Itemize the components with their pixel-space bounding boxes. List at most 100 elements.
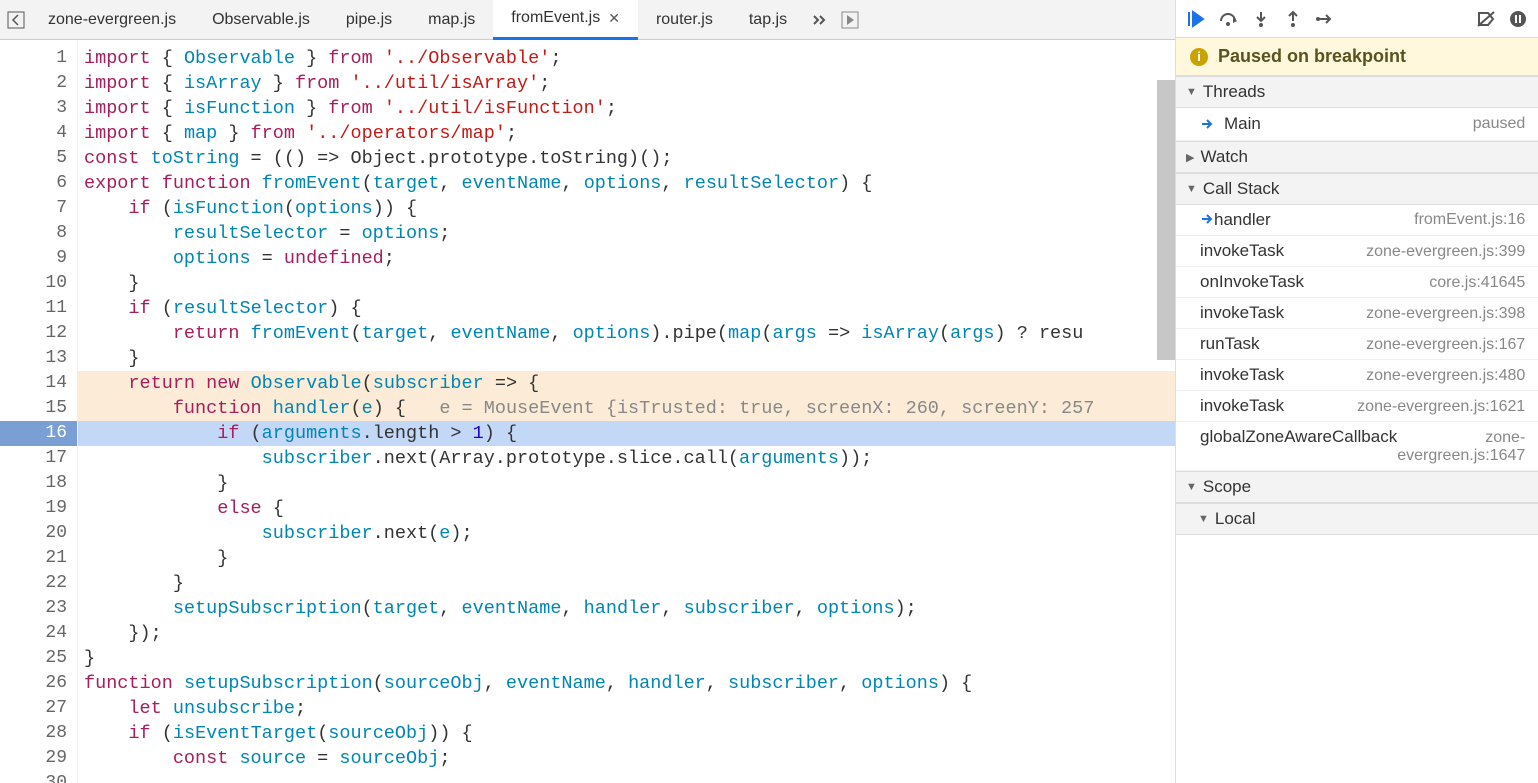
line-number[interactable]: 8 — [0, 221, 67, 246]
line-number[interactable]: 26 — [0, 671, 67, 696]
debug-toolbar — [1176, 0, 1538, 38]
stack-frame[interactable]: invokeTaskzone-evergreen.js:399 — [1176, 236, 1538, 267]
thread-name: Main — [1224, 114, 1473, 134]
code-line: import { Observable } from '../Observabl… — [78, 46, 1175, 71]
stack-frame[interactable]: handlerfromEvent.js:16 — [1176, 205, 1538, 236]
resume-icon[interactable] — [1182, 4, 1212, 34]
line-number[interactable]: 4 — [0, 121, 67, 146]
code-line: import { map } from '../operators/map'; — [78, 121, 1175, 146]
run-snippet-icon[interactable] — [835, 5, 865, 35]
tab-label: fromEvent.js — [511, 9, 600, 27]
code-line: } — [78, 271, 1175, 296]
current-thread-icon — [1200, 116, 1216, 132]
line-number[interactable]: 2 — [0, 71, 67, 96]
stack-frame[interactable]: invokeTaskzone-evergreen.js:480 — [1176, 360, 1538, 391]
tab-router-js[interactable]: router.js — [638, 0, 731, 40]
line-number[interactable]: 18 — [0, 471, 67, 496]
stack-frame[interactable]: onInvokeTaskcore.js:41645 — [1176, 267, 1538, 298]
section-scope[interactable]: ▼ Scope — [1176, 471, 1538, 503]
code-line: if (arguments.length > 1) { — [78, 421, 1175, 446]
frame-fn: onInvokeTask — [1200, 272, 1304, 292]
code-line: const toString = (() => Object.prototype… — [78, 146, 1175, 171]
frame-loc: fromEvent.js:16 — [1414, 211, 1525, 229]
line-number[interactable]: 21 — [0, 546, 67, 571]
tab-zone-evergreen-js[interactable]: zone-evergreen.js — [30, 0, 194, 40]
section-title: Local — [1215, 509, 1256, 529]
paused-text: Paused on breakpoint — [1218, 46, 1406, 67]
tab-fromevent-js[interactable]: fromEvent.js ✕ — [493, 0, 638, 40]
tab-observable-js[interactable]: Observable.js — [194, 0, 328, 40]
thread-row[interactable]: Main paused — [1176, 108, 1538, 141]
tabs-overflow-icon[interactable] — [805, 5, 835, 35]
line-number[interactable]: 1 — [0, 46, 67, 71]
code-editor[interactable]: 1234567891011121314151617181920212223242… — [0, 40, 1175, 783]
frame-loc: zone-evergreen.js:398 — [1366, 305, 1525, 323]
code-line: let unsubscribe; — [78, 696, 1175, 721]
close-icon[interactable]: ✕ — [608, 10, 620, 27]
step-out-icon[interactable] — [1278, 4, 1308, 34]
frame-fn: globalZoneAwareCallback — [1200, 427, 1397, 447]
current-frame-icon — [1200, 212, 1214, 229]
nav-prev-icon[interactable] — [2, 6, 30, 34]
stack-frame[interactable]: invokeTaskzone-evergreen.js:398 — [1176, 298, 1538, 329]
step-into-icon[interactable] — [1246, 4, 1276, 34]
stack-frame[interactable]: globalZoneAwareCallbackzone-evergreen.js… — [1176, 422, 1538, 471]
line-number[interactable]: 29 — [0, 746, 67, 771]
line-number[interactable]: 28 — [0, 721, 67, 746]
code-line: } — [78, 571, 1175, 596]
line-number[interactable]: 15 — [0, 396, 67, 421]
step-over-icon[interactable] — [1214, 4, 1244, 34]
line-number[interactable]: 3 — [0, 96, 67, 121]
line-number[interactable]: 11 — [0, 296, 67, 321]
code-line: }); — [78, 621, 1175, 646]
tab-pipe-js[interactable]: pipe.js — [328, 0, 410, 40]
line-number[interactable]: 25 — [0, 646, 67, 671]
code-line: if (isFunction(options)) { — [78, 196, 1175, 221]
tab-label: router.js — [656, 11, 713, 29]
line-number[interactable]: 20 — [0, 521, 67, 546]
frame-fn: runTask — [1200, 334, 1260, 354]
line-number[interactable]: 13 — [0, 346, 67, 371]
section-callstack[interactable]: ▼ Call Stack — [1176, 173, 1538, 205]
code-line: } — [78, 346, 1175, 371]
code-line: if (resultSelector) { — [78, 296, 1175, 321]
section-local[interactable]: ▼ Local — [1176, 503, 1538, 535]
pause-exceptions-icon[interactable] — [1503, 4, 1533, 34]
stack-frame[interactable]: runTaskzone-evergreen.js:167 — [1176, 329, 1538, 360]
line-number[interactable]: 6 — [0, 171, 67, 196]
code-line: } — [78, 646, 1175, 671]
line-number[interactable]: 5 — [0, 146, 67, 171]
code-line: subscriber.next(Array.prototype.slice.ca… — [78, 446, 1175, 471]
line-number[interactable]: 9 — [0, 246, 67, 271]
deactivate-breakpoints-icon[interactable] — [1471, 4, 1501, 34]
chevron-right-icon: ▶ — [1186, 151, 1194, 164]
line-number[interactable]: 7 — [0, 196, 67, 221]
scrollbar-thumb[interactable] — [1157, 80, 1175, 360]
frame-loc: zone-evergreen.js:399 — [1366, 243, 1525, 261]
line-number[interactable]: 10 — [0, 271, 67, 296]
line-number[interactable]: 24 — [0, 621, 67, 646]
line-number[interactable]: 14 — [0, 371, 67, 396]
section-threads[interactable]: ▼ Threads — [1176, 76, 1538, 108]
line-number[interactable]: 19 — [0, 496, 67, 521]
tab-map-js[interactable]: map.js — [410, 0, 493, 40]
line-number[interactable]: 30 — [0, 771, 67, 783]
tab-tap-js[interactable]: tap.js — [731, 0, 805, 40]
line-number[interactable]: 16 — [0, 421, 77, 446]
stack-frame[interactable]: invokeTaskzone-evergreen.js:1621 — [1176, 391, 1538, 422]
line-number[interactable]: 27 — [0, 696, 67, 721]
code-line: } — [78, 546, 1175, 571]
tab-label: tap.js — [749, 11, 787, 29]
tab-bar: zone-evergreen.jsObservable.jspipe.jsmap… — [0, 0, 1175, 40]
step-icon[interactable] — [1310, 4, 1340, 34]
frame-fn: invokeTask — [1200, 396, 1284, 416]
editor-pane: zone-evergreen.jsObservable.jspipe.jsmap… — [0, 0, 1176, 783]
paused-banner: i Paused on breakpoint — [1176, 38, 1538, 76]
line-number[interactable]: 22 — [0, 571, 67, 596]
line-number[interactable]: 12 — [0, 321, 67, 346]
section-watch[interactable]: ▶ Watch — [1176, 141, 1538, 173]
code-line: const source = sourceObj; — [78, 746, 1175, 771]
line-number[interactable]: 23 — [0, 596, 67, 621]
line-number[interactable]: 17 — [0, 446, 67, 471]
line-gutter: 1234567891011121314151617181920212223242… — [0, 40, 78, 783]
